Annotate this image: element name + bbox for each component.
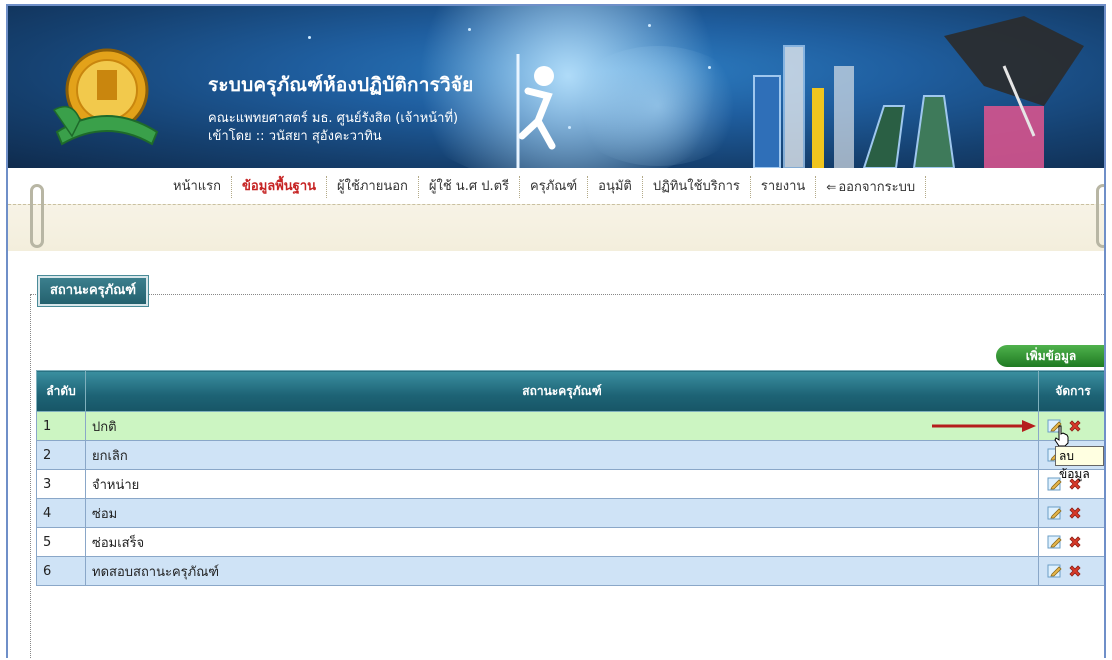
row-status-name: จำหน่าย <box>85 469 1039 499</box>
hand-cursor-icon <box>1054 425 1069 447</box>
row-status-name: ทดสอบสถานะครุภัณฑ์ <box>85 556 1039 586</box>
add-data-button[interactable]: เพิ่มข้อมูล <box>996 345 1104 367</box>
menu-item-logout[interactable]: ⇐ ออกจากระบบ <box>816 176 927 198</box>
binder-ring-right <box>1096 184 1104 248</box>
red-arrow <box>932 420 1036 432</box>
delete-icon[interactable] <box>1067 505 1083 521</box>
row-actions <box>1038 556 1104 586</box>
row-number: 4 <box>36 498 86 528</box>
row-number: 1 <box>36 411 86 441</box>
delete-tooltip: ลบข้อมูล <box>1055 446 1104 481</box>
row-actions <box>1038 411 1104 441</box>
menu-item-home[interactable]: หน้าแรก <box>163 176 232 198</box>
row-status-name: ปกติ <box>85 411 1039 441</box>
table-row: 3 จำหน่าย <box>36 469 1104 499</box>
row-number: 6 <box>36 556 86 586</box>
section-title: สถานะครุภัณฑ์ <box>38 276 149 306</box>
col-header-manage: จัดการ <box>1038 370 1104 412</box>
main-menu: หน้าแรก ข้อมูลพื้นฐาน ผู้ใช้ภายนอก ผู้ใช… <box>163 176 927 198</box>
menu-item-student-users[interactable]: ผู้ใช้ น.ศ ป.ตรี <box>419 176 521 198</box>
row-status-name: ยกเลิก <box>85 440 1039 470</box>
edit-icon[interactable] <box>1047 563 1063 579</box>
row-number: 3 <box>36 469 86 499</box>
table-row: 5 ซ่อมเสร็จ <box>36 527 1104 557</box>
row-actions <box>1038 527 1104 557</box>
logged-in-user: เข้าโดย :: วนัสยา สุอังคะวาทิน <box>208 129 382 144</box>
col-header-no: ลำดับ <box>36 370 86 412</box>
row-number: 2 <box>36 440 86 470</box>
table-row: 2 ยกเลิก <box>36 440 1104 470</box>
logout-label: ออกจากระบบ <box>838 180 916 195</box>
table-row: 4 ซ่อม <box>36 498 1104 528</box>
row-number: 5 <box>36 527 86 557</box>
menu-item-external-users[interactable]: ผู้ใช้ภายนอก <box>327 176 419 198</box>
logout-icon: ⇐ <box>826 180 837 194</box>
header-banner: ระบบครุภัณฑ์ห้องปฏิบัติการวิจัย คณะแพทยศ… <box>8 6 1104 168</box>
table-row: 6 ทดสอบสถานะครุภัณฑ์ <box>36 556 1104 586</box>
binder-ring-left <box>30 184 44 248</box>
row-status-name: ซ่อมเสร็จ <box>85 527 1039 557</box>
edit-icon[interactable] <box>1047 505 1063 521</box>
menu-rail <box>8 204 1104 251</box>
app-title: ระบบครุภัณฑ์ห้องปฏิบัติการวิจัย <box>208 74 474 96</box>
menu-item-calendar[interactable]: ปฏิทินใช้บริการ <box>643 176 751 198</box>
menu-item-approve[interactable]: อนุมัติ <box>588 176 643 198</box>
delete-icon[interactable] <box>1067 563 1083 579</box>
lab-equipment-image <box>753 16 1084 168</box>
col-header-status: สถานะครุภัณฑ์ <box>85 370 1039 412</box>
menu-item-report[interactable]: รายงาน <box>751 176 817 198</box>
row-actions <box>1038 498 1104 528</box>
header-subtitle: คณะแพทยศาสตร์ มธ. ศูนย์รังสิต (เจ้าหน้าท… <box>208 110 458 146</box>
delete-icon[interactable] <box>1067 534 1083 550</box>
banner-figure <box>516 54 556 168</box>
edit-icon[interactable] <box>1047 534 1063 550</box>
faculty-text: คณะแพทยศาสตร์ มธ. ศูนย์รังสิต (เจ้าหน้าท… <box>208 111 459 126</box>
menu-item-equipment[interactable]: ครุภัณฑ์ <box>520 176 589 198</box>
university-logo <box>52 48 159 146</box>
equipment-status-table: ลำดับ สถานะครุภัณฑ์ จัดการ 1 ปกติ 2 ยกเลิก… <box>36 370 1104 586</box>
app-frame: ระบบครุภัณฑ์ห้องปฏิบัติการวิจัย คณะแพทยศ… <box>6 4 1106 658</box>
menu-item-basic-data[interactable]: ข้อมูลพื้นฐาน <box>232 176 328 198</box>
row-status-name: ซ่อม <box>85 498 1039 528</box>
